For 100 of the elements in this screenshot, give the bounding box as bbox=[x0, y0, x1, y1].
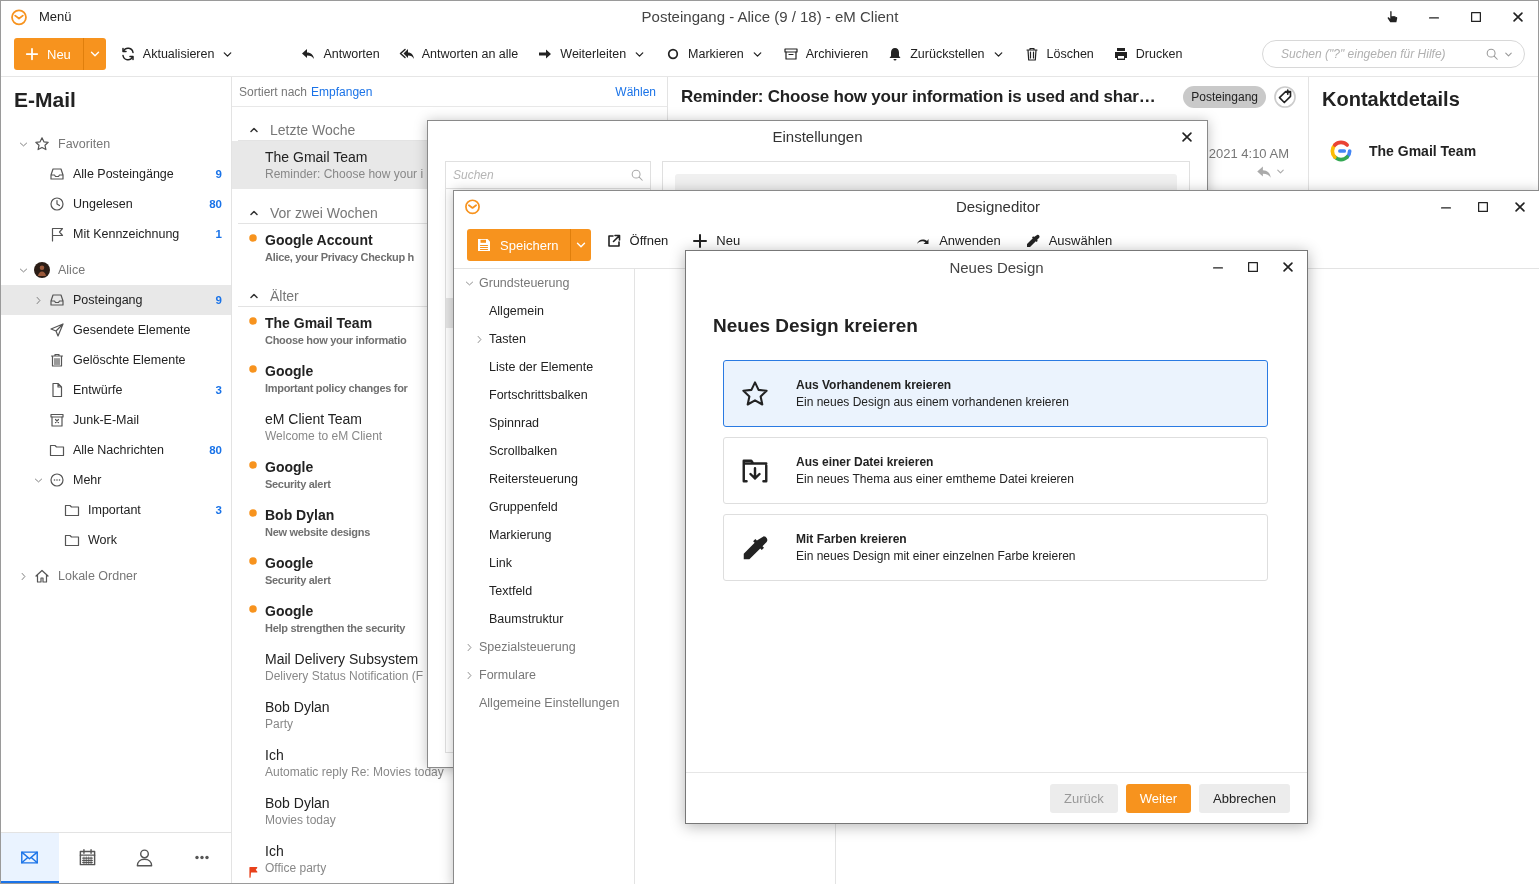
option-card[interactable]: Aus Vorhandenem kreieren Ein neues Design aus einem vorhandenen kreieren bbox=[723, 360, 1268, 427]
message-item[interactable]: Mail Delivery Subsystem Delivery Status Notification (F bbox=[232, 643, 427, 691]
folder-item[interactable]: Alice bbox=[1, 255, 231, 285]
logo-icon bbox=[1328, 138, 1354, 164]
maximize-icon[interactable] bbox=[1469, 9, 1483, 24]
message-item[interactable]: Google Security alert bbox=[232, 451, 427, 499]
folder-item[interactable]: Gesendete Elemente bbox=[1, 315, 231, 345]
panel-title: Kontaktdetails bbox=[1322, 87, 1461, 111]
close-icon[interactable] bbox=[1180, 129, 1194, 144]
delete-button[interactable]: Löschen bbox=[1023, 39, 1094, 69]
folder-icon bbox=[64, 532, 80, 548]
star-icon bbox=[740, 378, 770, 409]
message-item[interactable]: The Gmail Team Reminder: Choose how your i bbox=[232, 141, 427, 189]
tree-item[interactable]: Spezialsteuerung bbox=[454, 633, 634, 661]
reply-all-button[interactable]: Antworten an alle bbox=[398, 39, 519, 69]
tree-item[interactable]: Link bbox=[454, 549, 634, 577]
message-date: 2021 4:10 AM bbox=[1207, 146, 1290, 161]
folder-item[interactable]: Posteingang 9 bbox=[1, 285, 231, 315]
message-item[interactable]: Bob Dylan Movies today bbox=[232, 787, 427, 835]
folder-icon bbox=[64, 502, 80, 518]
menu-button[interactable]: Menü bbox=[39, 9, 72, 24]
folder-item[interactable]: Gelöschte Elemente bbox=[1, 345, 231, 375]
flag-icon bbox=[49, 226, 65, 242]
message-item[interactable]: eM Client Team Welcome to eM Client bbox=[232, 403, 427, 451]
maximize-icon[interactable] bbox=[1476, 199, 1490, 214]
close-icon[interactable] bbox=[1511, 9, 1525, 24]
close-icon[interactable] bbox=[1281, 260, 1295, 274]
folder-item[interactable]: Alle Posteingänge 9 bbox=[1, 159, 231, 189]
tree-item[interactable]: Allgemein bbox=[454, 297, 634, 325]
message-item[interactable]: The Gmail Team Choose how your informatio bbox=[232, 307, 427, 355]
window-title: Einstellungen bbox=[772, 128, 863, 145]
folder-item[interactable]: Mit Kennzeichnung 1 bbox=[1, 219, 231, 249]
pick-button[interactable]: Auswählen bbox=[1024, 233, 1113, 249]
open-button[interactable]: Öffnen bbox=[605, 233, 669, 249]
folder-item[interactable]: Lokale Ordner bbox=[1, 561, 231, 591]
star-icon bbox=[34, 136, 50, 152]
logo-icon bbox=[10, 7, 28, 26]
tree-item[interactable]: Fortschrittsbalken bbox=[454, 381, 634, 409]
tree-item[interactable]: Grundsteuerung bbox=[454, 269, 634, 297]
folder-item[interactable]: Junk-E-Mail bbox=[1, 405, 231, 435]
search-field[interactable]: Suchen ("?" eingeben für Hilfe) bbox=[1262, 40, 1525, 68]
mark-button[interactable]: Markieren bbox=[665, 39, 764, 69]
tree-item[interactable]: Tasten bbox=[454, 325, 634, 353]
tree-item[interactable]: Markierung bbox=[454, 521, 634, 549]
tree-item[interactable]: Reitersteuerung bbox=[454, 465, 634, 493]
tree-item[interactable]: Formulare bbox=[454, 661, 634, 689]
tree-item[interactable]: Gruppenfeld bbox=[454, 493, 634, 521]
message-title: Reminder: Choose how your information is used and shar… bbox=[681, 87, 1157, 107]
archive-button[interactable]: Archivieren bbox=[782, 39, 869, 69]
search-field[interactable]: Suchen bbox=[445, 161, 651, 189]
message-item[interactable]: Bob Dylan New website designs bbox=[232, 499, 427, 547]
dialog-heading: Neues Design kreieren bbox=[713, 315, 919, 337]
inbox-icon bbox=[49, 292, 65, 308]
message-subject: Delivery Status Notification (F bbox=[265, 668, 424, 684]
message-item[interactable]: Google Account Alice, your Privacy Checkup h bbox=[232, 224, 427, 272]
folder-item[interactable]: Mehr bbox=[1, 465, 231, 495]
eyedropper-icon bbox=[1024, 233, 1041, 249]
message-item[interactable]: Ich Office party bbox=[232, 835, 427, 883]
apply-button[interactable]: Anwenden bbox=[915, 233, 1001, 249]
message-item[interactable]: Google Important policy changes for bbox=[232, 355, 427, 403]
secondary-button[interactable]: Abbrechen bbox=[1199, 783, 1290, 813]
sort-link[interactable]: Empfangen bbox=[311, 84, 373, 99]
refresh-button[interactable]: Aktualisieren bbox=[119, 39, 235, 69]
close-icon[interactable] bbox=[1513, 199, 1527, 214]
sort-label: Sortiert nach bbox=[239, 84, 308, 99]
message-item[interactable]: Bob Dylan Party bbox=[232, 691, 427, 739]
message-subject: Office party bbox=[265, 860, 327, 876]
option-card[interactable]: Mit Farben kreieren Ein neues Design mit einer einzelnen Farbe kreieren bbox=[723, 514, 1268, 581]
sender-name: The Gmail Team bbox=[265, 149, 369, 166]
select-link[interactable]: Wählen bbox=[615, 84, 656, 99]
tree-item[interactable]: Spinnrad bbox=[454, 409, 634, 437]
tree-item[interactable]: Liste der Elemente bbox=[454, 353, 634, 381]
add-tag-icon[interactable] bbox=[1274, 86, 1296, 108]
option-card[interactable]: Aus einer Datei kreieren Ein neues Thema aus einer emtheme Datei kreieren bbox=[723, 437, 1268, 504]
tree-item[interactable]: Scrollbalken bbox=[454, 437, 634, 465]
folder-item[interactable]: Entwürfe 3 bbox=[1, 375, 231, 405]
hand-icon[interactable] bbox=[1385, 9, 1399, 24]
message-subject: Important policy changes for bbox=[265, 381, 408, 396]
folder-item[interactable]: Important 3 bbox=[1, 495, 231, 525]
maximize-icon[interactable] bbox=[1246, 260, 1260, 274]
message-item[interactable]: Google Security alert bbox=[232, 547, 427, 595]
unread-count: 80 bbox=[209, 198, 222, 210]
folder-item[interactable]: Alle Nachrichten 80 bbox=[1, 435, 231, 465]
folder-item[interactable]: Ungelesen 80 bbox=[1, 189, 231, 219]
caret-icon bbox=[1503, 49, 1514, 60]
message-item[interactable]: Google Help strengthen the security bbox=[232, 595, 427, 643]
option-title: Aus Vorhandenem kreieren bbox=[796, 378, 953, 392]
folder-item[interactable]: Favoriten bbox=[1, 129, 231, 159]
option-title: Mit Farben kreieren bbox=[796, 532, 908, 546]
folder-item[interactable]: Work bbox=[1, 525, 231, 555]
forward-button[interactable]: Weiterleiten bbox=[537, 39, 647, 69]
reply-button[interactable]: Antworten bbox=[300, 39, 380, 69]
mail-tab[interactable] bbox=[1, 833, 59, 883]
tree-item[interactable]: Baumstruktur bbox=[454, 605, 634, 633]
snooze-button[interactable]: Zurückstellen bbox=[887, 39, 1005, 69]
tree-item[interactable]: Textfeld bbox=[454, 577, 634, 605]
new-button[interactable]: Neu bbox=[692, 233, 741, 249]
group-header: Letzte Woche bbox=[270, 121, 356, 138]
print-button[interactable]: Drucken bbox=[1112, 39, 1183, 69]
tree-item[interactable]: Allgemeine Einstellungen bbox=[454, 689, 634, 717]
